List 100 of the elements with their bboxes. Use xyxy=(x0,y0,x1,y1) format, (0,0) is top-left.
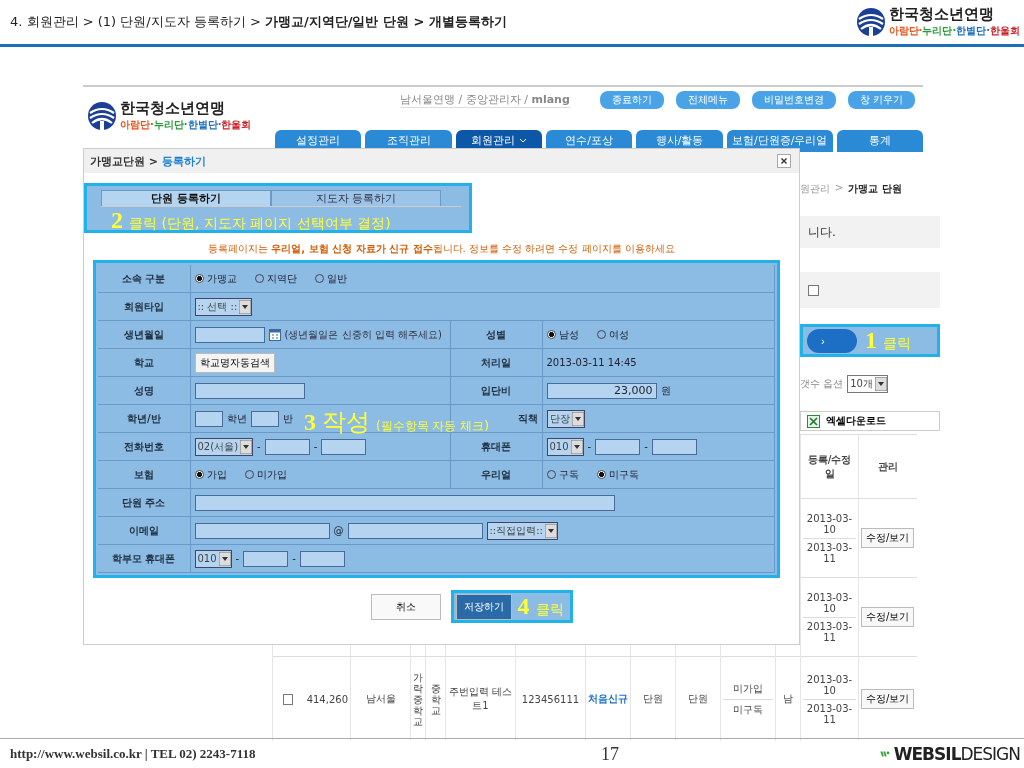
input-field[interactable] xyxy=(250,410,279,427)
radio-button[interactable] xyxy=(194,470,204,479)
step-number: 1 xyxy=(865,328,877,352)
logo-group: 누리단· xyxy=(153,117,188,132)
table-cell: 주번입력 테스트1 xyxy=(448,686,513,711)
nav-tab[interactable]: 통계 xyxy=(836,130,924,152)
input-field[interactable] xyxy=(264,438,310,455)
table-cell: 414,260 xyxy=(306,693,348,705)
radio-label: 일반 xyxy=(326,271,347,286)
edit-view-button[interactable]: 수정/보기 xyxy=(861,607,915,627)
select-field[interactable]: 010 xyxy=(546,437,584,456)
input-field[interactable] xyxy=(194,410,223,427)
table-cell: 남 xyxy=(783,693,793,704)
field-label: 학교 xyxy=(133,356,154,368)
radio-label: 가맹교 xyxy=(206,271,237,286)
field-label: 처리일 xyxy=(481,356,511,368)
input-field[interactable] xyxy=(651,438,697,455)
field-label: 단원 주소 xyxy=(122,496,166,508)
select-field[interactable]: ::직접입력:: xyxy=(486,521,558,540)
dropdown-arrow-icon xyxy=(218,551,231,566)
dropdown-arrow-icon xyxy=(874,377,887,391)
separator-text: - xyxy=(587,441,592,452)
checkbox[interactable] xyxy=(808,284,819,296)
field-label: 입단비 xyxy=(481,384,511,396)
radio-label: 구독 xyxy=(558,467,579,482)
save-button[interactable]: 저장하기 xyxy=(455,593,512,620)
table-cell: 가락중학교 xyxy=(413,671,423,727)
dropdown-arrow-icon xyxy=(239,299,252,314)
step-number: 3 xyxy=(304,410,316,434)
edit-view-button[interactable]: 수정/보기 xyxy=(861,528,915,548)
date-text: 2013-03-11 14:45 xyxy=(546,357,637,368)
column-header: 관리 xyxy=(858,434,917,499)
register-button[interactable]: › xyxy=(807,328,857,353)
emblem-icon xyxy=(855,7,886,37)
breadcrumb-current: 가맹교 단원 xyxy=(848,182,902,196)
date-text: 2013-03-10 xyxy=(805,590,854,616)
modal-title: 가맹교단원 > 등록하기 xyxy=(90,153,206,169)
field-label: 소속 구분 xyxy=(122,272,166,284)
user-info: 남서울연맹 / 중앙관리자 / mlang xyxy=(400,92,570,108)
radio-label: 지역단 xyxy=(266,271,297,286)
select-field[interactable]: 010 xyxy=(194,549,232,568)
select-field[interactable]: 02(서울) xyxy=(194,437,254,456)
logo-name: 한국청소년연맹 xyxy=(888,6,995,22)
caret-icon xyxy=(518,137,527,145)
row-checkbox[interactable] xyxy=(283,693,293,705)
field-label: 우리얼 xyxy=(481,468,511,480)
radio-label: 미가입 xyxy=(256,467,287,482)
notice-text: 등록페이지는 우리얼, 보험 신청 자료가 신규 접수됩니다. 정보를 수정 하려면 수정 페이지를 이용하세요 xyxy=(207,242,676,256)
field-label: 휴대폰 xyxy=(481,440,511,452)
table-cell-text: 미가입 xyxy=(732,681,764,696)
hint-text: (생년월일은 신중히 입력 해주세요) xyxy=(284,327,442,342)
excel-download-button[interactable]: 엑셀다운로드 xyxy=(800,411,940,431)
notice-box: 니다. xyxy=(800,216,940,248)
unit-text: 원 xyxy=(660,383,671,398)
input-field[interactable] xyxy=(194,494,615,511)
page-size-label: 갯수 옵션 xyxy=(800,377,844,391)
input-field[interactable] xyxy=(347,522,483,539)
input-field[interactable] xyxy=(321,438,367,455)
input-field[interactable] xyxy=(194,382,305,399)
form-tab[interactable]: 단원 등록하기 xyxy=(101,190,271,206)
separator-text: @ xyxy=(333,525,344,536)
cancel-button[interactable]: 취소 xyxy=(370,593,441,620)
edit-view-button[interactable]: 수정/보기 xyxy=(861,689,915,709)
input-field[interactable] xyxy=(194,326,265,343)
contact-text: http://www.websil.co.kr | TEL 02) 2243-7118 xyxy=(10,746,257,762)
radio-label: 가입 xyxy=(206,467,227,482)
brand-name: WEBSILDESIGN xyxy=(893,744,1020,764)
field-label: 학부모 휴대폰 xyxy=(112,552,176,564)
field-label: 전화번호 xyxy=(123,440,164,452)
radio-button[interactable] xyxy=(194,274,204,283)
search-button[interactable]: 학교명자동검색 xyxy=(194,352,275,373)
table-cell: 단원 xyxy=(643,693,663,704)
select-field[interactable]: 10개 xyxy=(847,375,888,393)
page-number: 17 xyxy=(601,743,619,765)
close-icon[interactable] xyxy=(777,154,791,168)
callout-text: 클릭 (단원, 지도자 페이지 선택여부 결정) xyxy=(129,215,391,233)
calendar-icon[interactable] xyxy=(268,328,281,341)
input-field[interactable]: 23,000 xyxy=(546,382,657,399)
status-link[interactable]: 처음신규 xyxy=(588,693,628,704)
input-field[interactable] xyxy=(243,550,289,567)
select-field[interactable]: 단장 xyxy=(546,409,585,428)
radio-button[interactable] xyxy=(596,470,606,479)
select-field[interactable]: :: 선택 :: xyxy=(194,297,253,316)
input-field[interactable] xyxy=(194,522,330,539)
form-tab[interactable]: 지도자 등록하기 xyxy=(271,190,441,206)
table-cell: 중학교 xyxy=(430,682,441,716)
logo-group: 한울회 xyxy=(990,23,1020,38)
input-field[interactable] xyxy=(299,550,345,567)
field-label: 이메일 xyxy=(128,524,159,536)
separator-text: - xyxy=(235,553,240,564)
table-cell: 123456111 xyxy=(521,693,580,705)
logo-group: 한울회 xyxy=(221,117,252,132)
dropdown-arrow-icon xyxy=(545,523,557,538)
field-label: 회원타입 xyxy=(123,300,164,312)
table-cell: 미구독 xyxy=(723,698,773,720)
input-field[interactable] xyxy=(595,438,641,455)
separator-text: - xyxy=(644,441,648,452)
radio-button[interactable] xyxy=(546,330,556,339)
excel-icon xyxy=(807,414,820,428)
logo-group: 아람단· xyxy=(888,23,923,38)
